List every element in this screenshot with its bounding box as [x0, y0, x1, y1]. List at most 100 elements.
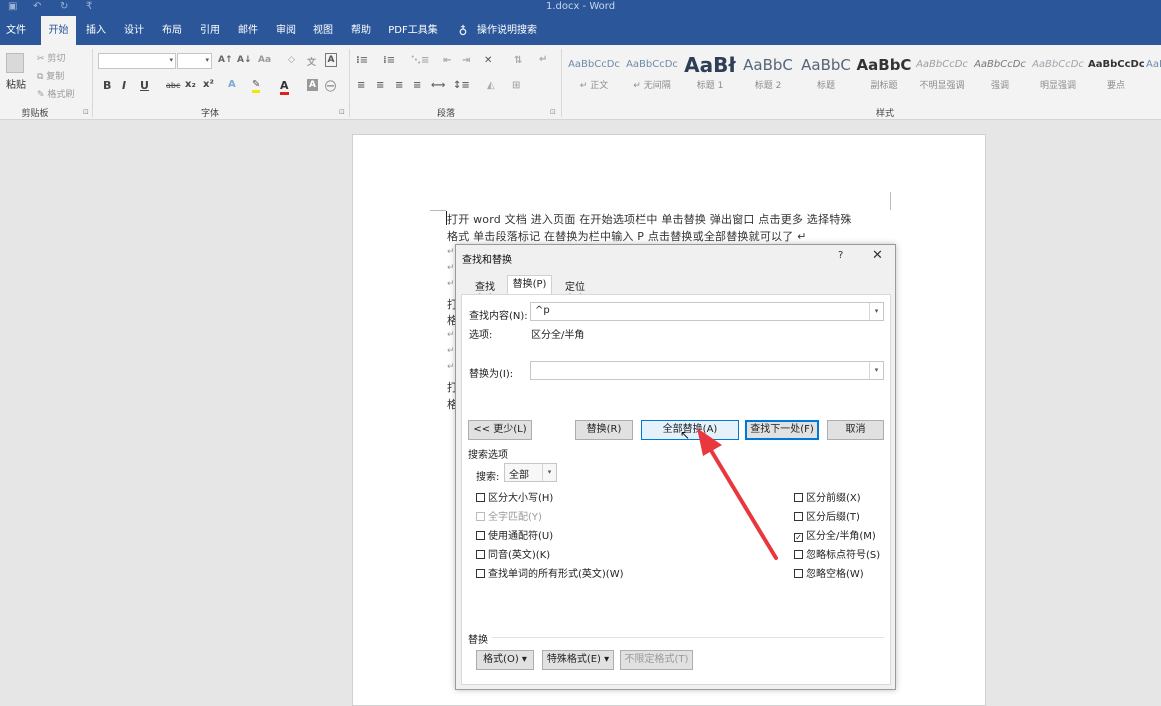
help-icon[interactable]: ?: [838, 250, 843, 261]
char-shading-icon[interactable]: A: [307, 79, 318, 91]
clear-format-icon[interactable]: ◇: [288, 55, 295, 65]
copy-button[interactable]: ⧉ 复制: [37, 69, 64, 82]
align-right-icon[interactable]: ≡: [395, 80, 403, 91]
word-forms-checkbox[interactable]: 查找单词的所有形式(英文)(W): [476, 565, 624, 580]
distributed-icon[interactable]: ⟷: [431, 80, 445, 91]
font-name-combo[interactable]: ▾: [98, 53, 176, 69]
cancel-button[interactable]: 取消: [827, 420, 884, 440]
find-next-button[interactable]: 查找下一处(F): [745, 420, 819, 440]
no-formatting-button[interactable]: 不限定格式(T): [620, 650, 693, 670]
highlight-icon[interactable]: ✎: [252, 79, 261, 93]
document-line-2[interactable]: 格式 单击段落标记 在替换为栏中输入 P 点击替换或全部替换就可以了 ↵: [447, 228, 807, 244]
find-input[interactable]: ^p ▾: [530, 302, 884, 321]
bullets-icon[interactable]: ⁝≡: [356, 55, 368, 66]
char-border-icon[interactable]: A: [325, 53, 337, 67]
enclose-char-icon[interactable]: ㊀: [325, 78, 336, 94]
subscript-icon[interactable]: x₂: [185, 79, 196, 90]
style-emphasis[interactable]: AaBbCcDc 强调: [972, 52, 1028, 95]
tab-home[interactable]: 开始: [41, 16, 76, 45]
tab-goto[interactable]: 定位(G): [558, 278, 592, 304]
tell-me-search[interactable]: 操作说明搜索: [474, 16, 540, 45]
options-value: 区分全/半角: [531, 330, 585, 341]
match-suffix-checkbox[interactable]: 区分后缀(T): [794, 508, 860, 523]
line-spacing-icon[interactable]: ↕≡: [453, 80, 470, 91]
tab-replace[interactable]: 替换(P): [507, 275, 552, 295]
tab-insert[interactable]: 插入: [80, 16, 112, 45]
align-center-icon[interactable]: ≡: [376, 80, 384, 91]
search-direction-select[interactable]: 全部 ▾: [504, 463, 557, 482]
replace-input[interactable]: ▾: [530, 361, 884, 380]
format-painter-button[interactable]: ✎ 格式刷: [37, 87, 74, 100]
wildcards-checkbox[interactable]: 使用通配符(U): [476, 527, 553, 542]
less-button[interactable]: << 更少(L): [468, 420, 532, 440]
style-strong[interactable]: AaBbCcDc 要点: [1088, 52, 1144, 95]
chevron-down-icon[interactable]: ▾: [542, 464, 556, 481]
format-button[interactable]: 格式(O) ▾: [476, 650, 534, 670]
style-more[interactable]: AaBbC: [1146, 52, 1161, 95]
change-case-icon[interactable]: Aa: [258, 55, 271, 65]
decrease-indent-icon[interactable]: ⇤: [443, 55, 451, 66]
phonetic-guide-icon[interactable]: 文: [307, 55, 316, 68]
match-case-checkbox[interactable]: 区分大小写(H): [476, 489, 553, 504]
font-color-icon[interactable]: A: [280, 79, 289, 95]
shrink-font-icon[interactable]: A↓: [237, 55, 252, 65]
match-width-checkbox[interactable]: ✓ 区分全/半角(M): [794, 527, 876, 542]
checkbox-box: [476, 512, 485, 521]
special-format-button[interactable]: 特殊格式(E) ▾: [542, 650, 614, 670]
tab-pdf-tools[interactable]: PDF工具集: [384, 16, 442, 45]
style-title[interactable]: AaBbC 标题: [798, 52, 854, 95]
show-marks-icon[interactable]: ↵: [539, 54, 547, 65]
style-subtle-emphasis[interactable]: AaBbCcDc 不明显强调: [914, 52, 970, 95]
strikethrough-icon[interactable]: abc: [166, 81, 180, 90]
numbering-icon[interactable]: ⁞≡: [383, 55, 395, 66]
style-subtitle[interactable]: AaBbC 副标题: [856, 52, 912, 95]
text-effects-icon[interactable]: A: [228, 79, 236, 90]
tab-layout[interactable]: 布局: [155, 16, 189, 45]
grow-font-icon[interactable]: A↑: [218, 55, 233, 65]
ignore-space-checkbox[interactable]: 忽略空格(W): [794, 565, 864, 580]
justify-icon[interactable]: ≡: [413, 80, 421, 91]
underline-icon[interactable]: U: [140, 79, 149, 92]
clipboard-launcher-icon[interactable]: ⊡: [83, 108, 89, 116]
chevron-down-icon[interactable]: ▾: [869, 362, 883, 379]
ignore-punct-checkbox[interactable]: 忽略标点符号(S): [794, 546, 880, 561]
tab-references[interactable]: 引用: [193, 16, 227, 45]
shading-icon[interactable]: ◭: [487, 80, 495, 91]
tab-design[interactable]: 设计: [117, 16, 151, 45]
tab-help[interactable]: 帮助: [344, 16, 378, 45]
sort-icon[interactable]: ⇅: [514, 55, 522, 66]
align-left-icon[interactable]: ≡: [357, 80, 365, 91]
paste-icon[interactable]: [6, 53, 24, 73]
document-line-1[interactable]: 打开 word 文档 进入页面 在开始选项栏中 单击替换 弹出窗口 点击更多 选…: [447, 211, 852, 227]
tab-find[interactable]: 查找(D): [468, 278, 502, 304]
tab-view[interactable]: 视图: [306, 16, 340, 45]
style-heading1[interactable]: AaBł 标题 1: [682, 52, 738, 95]
superscript-icon[interactable]: x²: [203, 79, 214, 90]
tab-file[interactable]: 文件: [0, 16, 32, 45]
chevron-down-icon[interactable]: ▾: [869, 303, 883, 320]
whole-word-checkbox[interactable]: 全字匹配(Y): [476, 508, 542, 523]
style-no-spacing[interactable]: AaBbCcDc ↵ 无间隔: [624, 52, 680, 95]
tab-review[interactable]: 审阅: [269, 16, 303, 45]
sounds-like-checkbox[interactable]: 同音(英文)(K): [476, 546, 550, 561]
style-heading2[interactable]: AaBbC 标题 2: [740, 52, 796, 95]
style-intense-emphasis[interactable]: AaBbCcDc 明显强调: [1030, 52, 1086, 95]
font-launcher-icon[interactable]: ⊡: [339, 108, 345, 116]
cut-button[interactable]: ✂ 剪切: [37, 51, 65, 64]
paragraph-launcher-icon[interactable]: ⊡: [550, 108, 556, 116]
bold-icon[interactable]: B: [103, 79, 111, 92]
copy-icon: ⧉: [37, 72, 47, 82]
close-icon[interactable]: ✕: [872, 248, 883, 263]
replace-button[interactable]: 替换(R): [575, 420, 633, 440]
chinese-layout-icon[interactable]: ✕: [484, 55, 492, 66]
style-name: 标题: [816, 81, 835, 91]
italic-icon[interactable]: I: [122, 79, 126, 92]
increase-indent-icon[interactable]: ⇥: [462, 55, 470, 66]
tab-mailings[interactable]: 邮件: [231, 16, 265, 45]
multilevel-list-icon[interactable]: ⋱≡: [411, 55, 429, 66]
font-size-combo[interactable]: ▾: [177, 53, 212, 69]
paste-button[interactable]: 粘贴: [6, 76, 26, 91]
style-normal[interactable]: AaBbCcDc ↵ 正文: [566, 52, 622, 95]
match-prefix-checkbox[interactable]: 区分前缀(X): [794, 489, 861, 504]
borders-icon[interactable]: ⊞: [512, 80, 520, 91]
